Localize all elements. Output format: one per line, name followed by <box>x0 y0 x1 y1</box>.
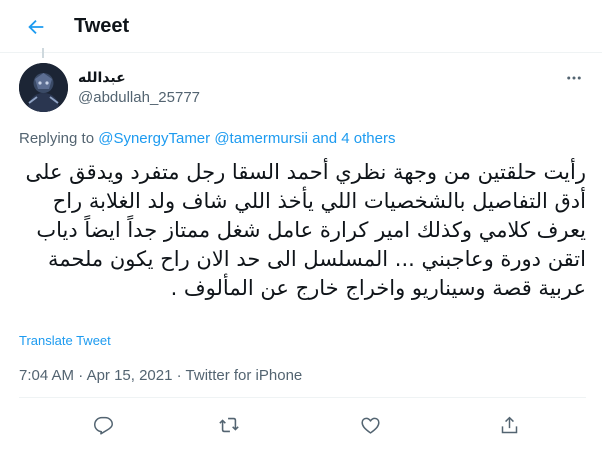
share-icon <box>501 416 517 433</box>
tweet-metadata: 7:04 AM · Apr 15, 2021 · Twitter for iPh… <box>19 367 302 384</box>
heart-icon <box>360 417 380 434</box>
replying-to-line: Replying to @SynergyTamer @tamermursii a… <box>19 130 395 147</box>
mention-link[interactable]: @tamermursii <box>214 130 308 147</box>
reply-button[interactable] <box>88 410 118 440</box>
others-link[interactable]: 4 others <box>341 130 395 147</box>
separator-dot: · <box>78 367 84 384</box>
translate-tweet-link[interactable]: Translate Tweet <box>19 333 111 348</box>
share-button[interactable] <box>494 410 524 440</box>
action-bar <box>0 410 602 440</box>
author-handle[interactable]: @abdullah_25777 <box>78 89 200 106</box>
and-word[interactable]: and <box>312 130 337 147</box>
more-horizontal-icon <box>567 76 581 80</box>
replying-to-label: Replying to <box>19 130 95 147</box>
arrow-left-icon <box>28 19 44 35</box>
more-options-button[interactable] <box>562 66 586 90</box>
tweet-date[interactable]: Apr 15, 2021 <box>87 367 173 384</box>
avatar[interactable] <box>19 63 68 112</box>
like-button[interactable] <box>355 410 385 440</box>
retweet-icon <box>219 417 239 433</box>
tweet-source[interactable]: Twitter for iPhone <box>186 367 303 384</box>
tweet-text: رأيت حلقتين من وجهة نظري أحمد السقا رجل … <box>25 160 587 300</box>
thread-connector-line <box>42 48 44 58</box>
reply-icon <box>93 416 113 435</box>
divider <box>19 397 586 398</box>
tweet-time[interactable]: 7:04 AM <box>19 367 74 384</box>
header-bar: Tweet <box>0 0 602 53</box>
retweet-button[interactable] <box>214 410 244 440</box>
page-title: Tweet <box>74 15 130 37</box>
back-button[interactable] <box>22 13 50 41</box>
author-display-name[interactable]: عبدالله <box>78 69 126 86</box>
avatar-image <box>19 63 68 112</box>
separator-dot: · <box>176 367 182 384</box>
mention-link[interactable]: @SynergyTamer <box>98 130 210 147</box>
